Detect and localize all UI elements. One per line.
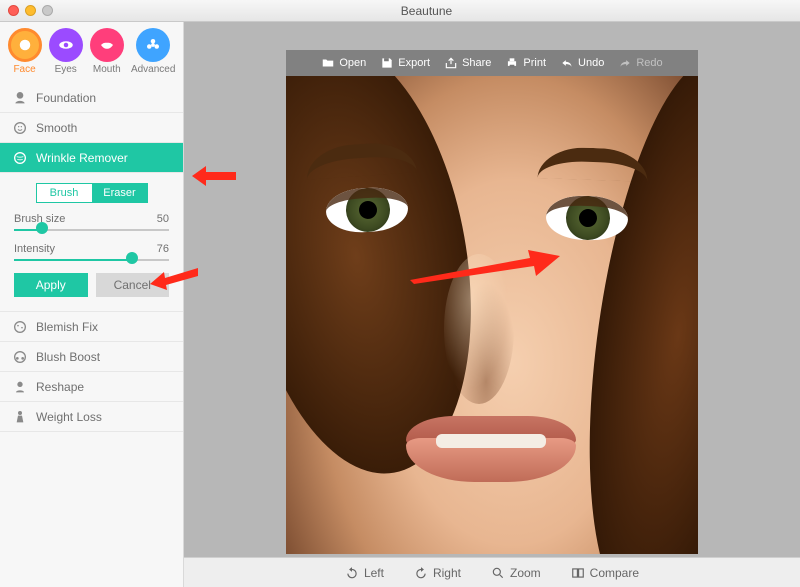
zoom-button[interactable]: Zoom bbox=[491, 566, 541, 580]
tab-mouth[interactable]: Mouth bbox=[90, 28, 124, 75]
compare-button[interactable]: Compare bbox=[571, 566, 639, 580]
rotate-right-icon bbox=[414, 566, 428, 580]
canvas-toolbar: Open Export Share Print Undo Redo bbox=[286, 50, 698, 76]
brush-size-slider[interactable] bbox=[14, 227, 169, 233]
print-button[interactable]: Print bbox=[505, 56, 546, 70]
brush-mode-button[interactable]: Brush bbox=[36, 183, 92, 203]
undo-button[interactable]: Undo bbox=[560, 56, 604, 70]
window-titlebar: Beautune bbox=[0, 0, 800, 22]
intensity-label: Intensity bbox=[14, 243, 55, 255]
compare-label: Compare bbox=[590, 566, 639, 580]
tool-label: Reshape bbox=[36, 380, 84, 394]
redo-label: Redo bbox=[636, 57, 662, 69]
zoom-icon bbox=[491, 566, 505, 580]
rotate-left-icon bbox=[345, 566, 359, 580]
category-tabs: Face Eyes Mouth Advanced bbox=[0, 22, 183, 83]
apply-button[interactable]: Apply bbox=[14, 273, 88, 297]
share-label: Share bbox=[462, 57, 491, 69]
tab-label: Face bbox=[8, 64, 42, 75]
eraser-mode-button[interactable]: Eraser bbox=[92, 183, 148, 203]
tool-blush-boost[interactable]: Blush Boost bbox=[0, 342, 183, 372]
open-label: Open bbox=[339, 57, 366, 69]
share-button[interactable]: Share bbox=[444, 56, 491, 70]
undo-icon bbox=[560, 56, 574, 70]
redo-button[interactable]: Redo bbox=[618, 56, 662, 70]
blush-icon bbox=[12, 349, 28, 365]
traffic-lights[interactable] bbox=[8, 5, 53, 16]
smooth-icon bbox=[12, 120, 28, 136]
folder-icon bbox=[321, 56, 335, 70]
tab-eyes[interactable]: Eyes bbox=[49, 28, 83, 75]
print-icon bbox=[505, 56, 519, 70]
canvas-bottombar: Left Right Zoom Compare bbox=[184, 557, 800, 587]
export-label: Export bbox=[398, 57, 430, 69]
tool-label: Foundation bbox=[36, 91, 96, 105]
blemish-icon bbox=[12, 319, 28, 335]
tool-weight-loss[interactable]: Weight Loss bbox=[0, 402, 183, 432]
minimize-window-button[interactable] bbox=[25, 5, 36, 16]
redo-icon bbox=[618, 56, 632, 70]
tool-smooth[interactable]: Smooth bbox=[0, 113, 183, 143]
brush-eraser-toggle: Brush Eraser bbox=[14, 183, 169, 203]
photo-canvas[interactable] bbox=[286, 76, 698, 554]
intensity-row: Intensity 76 bbox=[14, 243, 169, 263]
tab-face[interactable]: Face bbox=[8, 28, 42, 75]
right-label: Right bbox=[433, 566, 461, 580]
tab-advanced[interactable]: Advanced bbox=[131, 28, 175, 75]
tool-settings-panel: Brush Eraser Brush size50 Intensity 76 Ap… bbox=[0, 173, 183, 312]
tool-reshape[interactable]: Reshape bbox=[0, 372, 183, 402]
tool-list: Foundation Smooth Wrinkle Remover bbox=[0, 83, 183, 173]
share-icon bbox=[444, 56, 458, 70]
tool-foundation[interactable]: Foundation bbox=[0, 83, 183, 113]
tool-list-lower: Blemish Fix Blush Boost Reshape Weight L… bbox=[0, 312, 183, 432]
save-icon bbox=[380, 56, 394, 70]
tool-label: Wrinkle Remover bbox=[36, 151, 128, 165]
export-button[interactable]: Export bbox=[380, 56, 430, 70]
zoom-window-button[interactable] bbox=[42, 5, 53, 16]
print-label: Print bbox=[523, 57, 546, 69]
intensity-value: 76 bbox=[157, 243, 169, 255]
tool-blemish-fix[interactable]: Blemish Fix bbox=[0, 312, 183, 342]
open-button[interactable]: Open bbox=[321, 56, 366, 70]
tool-label: Weight Loss bbox=[36, 410, 102, 424]
rotate-left-button[interactable]: Left bbox=[345, 566, 384, 580]
brush-size-value: 50 bbox=[157, 213, 169, 225]
weight-icon bbox=[12, 409, 28, 425]
face-icon bbox=[8, 28, 42, 62]
tool-label: Blush Boost bbox=[36, 350, 100, 364]
canvas-area: Open Export Share Print Undo Redo Left R… bbox=[184, 22, 800, 587]
flower-icon bbox=[136, 28, 170, 62]
wrinkle-icon bbox=[12, 150, 28, 166]
tab-label: Mouth bbox=[90, 64, 124, 75]
reshape-icon bbox=[12, 379, 28, 395]
left-label: Left bbox=[364, 566, 384, 580]
lips-icon bbox=[90, 28, 124, 62]
tool-label: Blemish Fix bbox=[36, 320, 98, 334]
close-window-button[interactable] bbox=[8, 5, 19, 16]
sidebar: Face Eyes Mouth Advanced Foundation bbox=[0, 22, 184, 587]
tool-wrinkle-remover[interactable]: Wrinkle Remover bbox=[0, 143, 183, 173]
tool-label: Smooth bbox=[36, 121, 77, 135]
app-title: Beautune bbox=[61, 4, 792, 18]
cancel-button[interactable]: Cancel bbox=[96, 273, 170, 297]
zoom-label: Zoom bbox=[510, 566, 541, 580]
undo-label: Undo bbox=[578, 57, 604, 69]
tab-label: Eyes bbox=[49, 64, 83, 75]
eye-icon bbox=[49, 28, 83, 62]
rotate-right-button[interactable]: Right bbox=[414, 566, 461, 580]
brush-size-row: Brush size50 bbox=[14, 213, 169, 233]
tab-label: Advanced bbox=[131, 64, 175, 75]
compare-icon bbox=[571, 566, 585, 580]
intensity-slider[interactable] bbox=[14, 257, 169, 263]
foundation-icon bbox=[12, 90, 28, 106]
